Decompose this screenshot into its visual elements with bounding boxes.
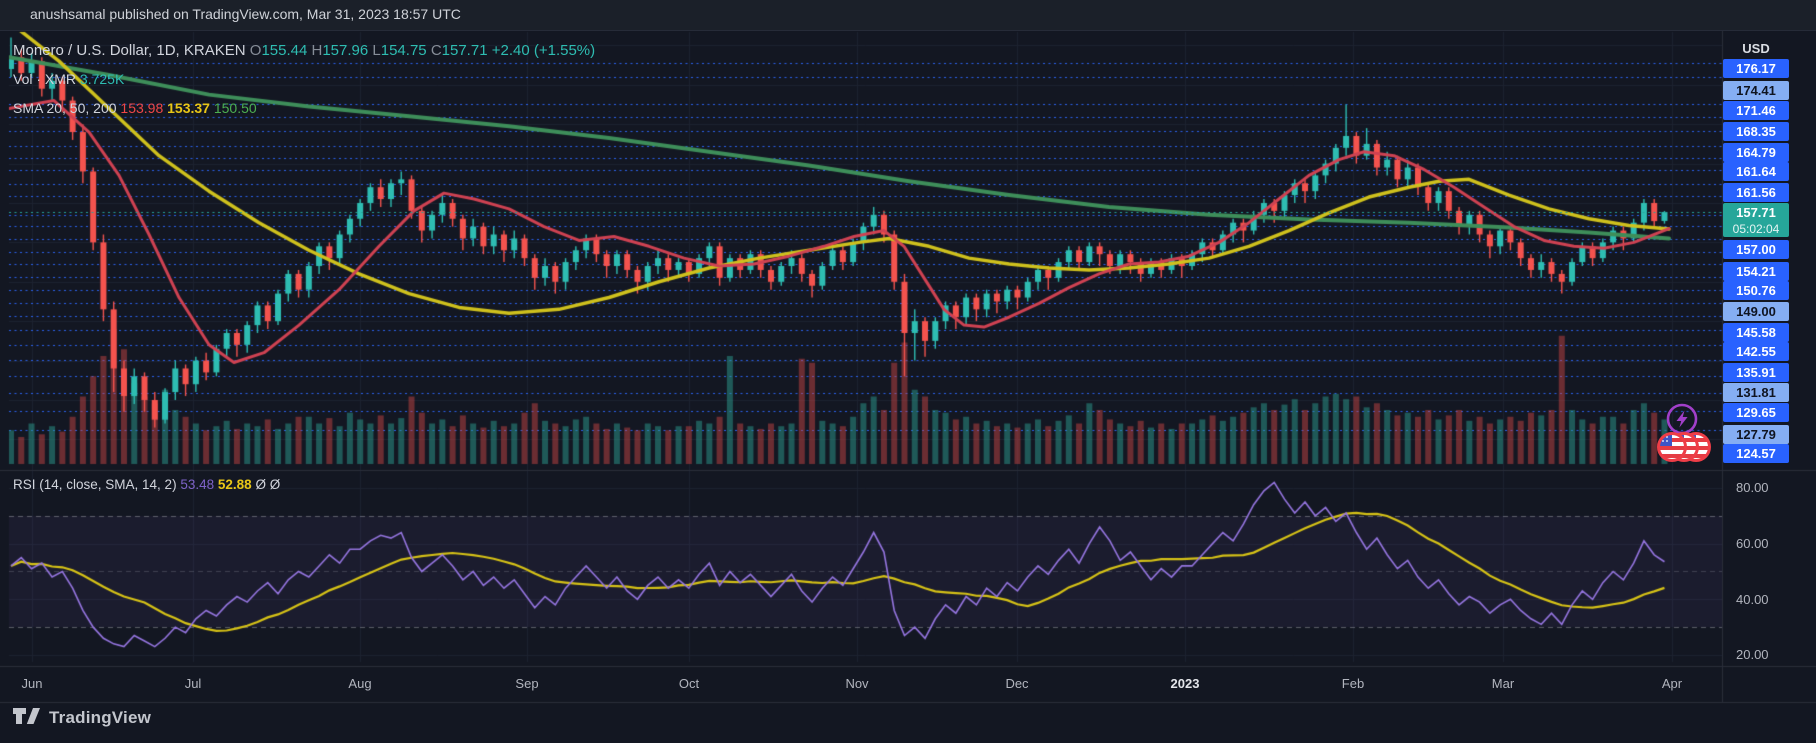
- rsi-axis-tick: 80.00: [1736, 480, 1769, 495]
- time-axis-label: Jul: [184, 676, 202, 691]
- symbol-legend-row: Monero / U.S. Dollar, 1D, KRAKEN O155.44…: [13, 36, 595, 65]
- sma-label: SMA 20, 50, 200: [13, 100, 117, 116]
- time-axis[interactable]: Jun Jul Aug Sep Oct Nov Dec 2023 Feb Mar Apr: [0, 666, 1722, 702]
- close-value: 157.71: [441, 42, 488, 59]
- rsi-axis-tick: 60.00: [1736, 536, 1769, 551]
- rsi-band-empty-values: Ø Ø: [255, 477, 281, 492]
- attribution-text: anushsamal published on TradingView.com,…: [30, 6, 461, 22]
- open-value: 155.44: [261, 42, 308, 59]
- rsi-title: RSI (14, close, SMA, 14, 2): [13, 477, 177, 492]
- current-price-label[interactable]: 157.71 05:02:04: [1723, 203, 1789, 237]
- price-alert-label[interactable]: 168.35: [1723, 122, 1789, 141]
- open-label: O: [249, 42, 262, 59]
- rsi-value: 53.48: [180, 477, 215, 492]
- volume-value: 3.725K: [79, 71, 125, 87]
- volume-label: Vol · XMR: [13, 71, 77, 87]
- price-alert-label[interactable]: 127.79: [1723, 425, 1789, 444]
- price-alert-label[interactable]: 135.91: [1723, 363, 1789, 382]
- price-alert-label[interactable]: 154.21: [1723, 262, 1789, 281]
- price-alert-label[interactable]: 171.46: [1723, 101, 1789, 120]
- time-axis-label: 2023: [1170, 676, 1200, 691]
- low-value: 154.75: [380, 42, 427, 59]
- time-axis-label: Feb: [1341, 676, 1365, 691]
- rsi-axis-tick: 40.00: [1736, 592, 1769, 607]
- price-alert-label[interactable]: 145.58: [1723, 323, 1789, 342]
- sma50-value: 153.37: [167, 100, 210, 116]
- price-alert-label[interactable]: 149.00: [1723, 302, 1789, 321]
- rsi-axis-tick: 20.00: [1736, 647, 1769, 662]
- sma-legend-row: SMA 20, 50, 200 153.98 153.37 150.50: [13, 94, 595, 123]
- sma200-value: 150.50: [213, 100, 257, 116]
- tradingview-published-chart: anushsamal published on TradingView.com,…: [0, 0, 1816, 743]
- time-axis-label: Nov: [845, 676, 869, 691]
- volume-legend-row: Vol · XMR 3.725K: [13, 65, 595, 94]
- ohlc-values: O155.44 H157.96 L154.75 C157.71 +2.40 (+…: [250, 42, 595, 59]
- time-axis-label: Jun: [21, 676, 43, 691]
- price-alert-label[interactable]: 129.65: [1723, 403, 1789, 422]
- rsi-sma-value: 52.88: [217, 477, 252, 492]
- tradingview-logo[interactable]: TradingView: [13, 707, 151, 729]
- us-economic-event-flag-icons[interactable]: [1653, 429, 1717, 465]
- price-alert-label[interactable]: 142.55: [1723, 342, 1789, 361]
- low-label: L: [372, 42, 381, 59]
- tradingview-logo-text: TradingView: [49, 708, 152, 727]
- time-axis-label: Apr: [1661, 676, 1683, 691]
- sma20-value: 153.98: [120, 100, 164, 116]
- price-axis-currency: USD: [1742, 41, 1770, 56]
- time-axis-label: Sep: [515, 676, 539, 691]
- time-axis-label: Oct: [678, 676, 700, 691]
- price-alert-label[interactable]: 161.64: [1723, 162, 1789, 181]
- flag-icon: [1657, 432, 1687, 462]
- price-alert-label[interactable]: 131.81: [1723, 383, 1789, 402]
- high-label: H: [311, 42, 323, 59]
- price-alert-label[interactable]: 174.41: [1723, 81, 1789, 100]
- price-axis[interactable]: USD 176.17 174.41 171.46 168.35 164.79 161.64…: [1722, 30, 1816, 702]
- change-value: +2.40 (+1.55%): [491, 42, 596, 59]
- price-alert-label[interactable]: 161.56: [1723, 183, 1789, 202]
- time-axis-label: Mar: [1491, 676, 1515, 691]
- price-alert-label[interactable]: 124.57: [1723, 444, 1789, 463]
- price-alert-label[interactable]: 150.76: [1723, 281, 1789, 300]
- high-value: 157.96: [322, 42, 369, 59]
- bar-countdown: 05:02:04: [1732, 222, 1780, 236]
- time-axis-label: Dec: [1005, 676, 1029, 691]
- attribution-bar: anushsamal published on TradingView.com,…: [0, 0, 1816, 31]
- price-alert-label[interactable]: 157.00: [1723, 240, 1789, 259]
- time-axis-label: Aug: [348, 676, 372, 691]
- close-label: C: [430, 42, 442, 59]
- symbol-title: Monero / U.S. Dollar, 1D, KRAKEN: [13, 42, 246, 59]
- tradingview-logo-icon: [13, 708, 40, 724]
- chart-legend[interactable]: Monero / U.S. Dollar, 1D, KRAKEN O155.44…: [13, 36, 595, 123]
- price-alert-label[interactable]: 176.17: [1723, 59, 1789, 78]
- price-alert-label[interactable]: 164.79: [1723, 143, 1789, 162]
- rsi-legend-row[interactable]: RSI (14, close, SMA, 14, 2) 53.48 52.88 …: [13, 477, 280, 492]
